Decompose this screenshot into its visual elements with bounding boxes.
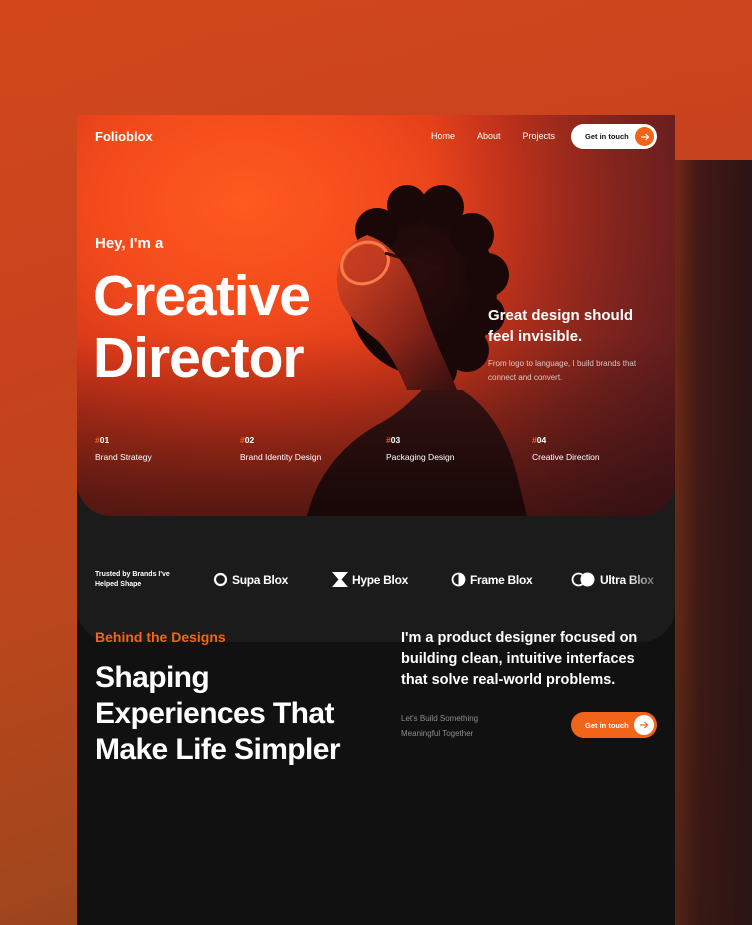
button-label: Get in touch: [585, 720, 629, 730]
about-statement: I'm a product designer focused on buildi…: [401, 630, 638, 688]
about-section: Behind the Designs Shaping Experiences T…: [77, 0, 675, 925]
about-title: Shaping Experiences That Make Life Simpl…: [95, 661, 340, 766]
about-note-line1: Let's Build Something: [401, 714, 479, 723]
about-note: Let's Build Something Meaningful Togethe…: [401, 711, 521, 741]
about-eyebrow: Behind the Designs: [95, 629, 226, 645]
arrow-right-icon: [634, 715, 654, 735]
get-in-touch-button-secondary[interactable]: Get in touch: [571, 712, 657, 738]
about-note-line2: Meaningful Together: [401, 729, 474, 738]
